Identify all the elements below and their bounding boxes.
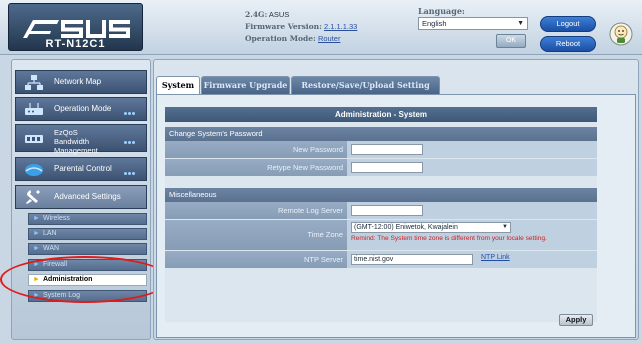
arrow-right-icon: ► bbox=[33, 230, 40, 237]
subitem-label: Wireless bbox=[43, 215, 70, 222]
tab-content: Administration - System Change System's … bbox=[156, 94, 636, 338]
firmware-version-link[interactable]: 2.1.1.1.33 bbox=[324, 22, 357, 31]
time-zone-remind: Remind: The System time zone is differen… bbox=[351, 235, 547, 242]
apply-button[interactable]: Apply bbox=[559, 314, 593, 326]
retype-password-label: Retype New Password bbox=[165, 159, 347, 176]
status-dots-icon bbox=[124, 108, 140, 115]
sidebar-item-ezqos[interactable]: EzQoS Bandwidth Management bbox=[15, 124, 147, 155]
subitem-label: WAN bbox=[43, 245, 60, 252]
arrow-right-icon: ► bbox=[33, 292, 40, 299]
language-selected-value: English bbox=[422, 19, 447, 28]
ezqos-label-line-2: Bandwidth bbox=[54, 137, 90, 146]
ntp-server-input[interactable]: time.nist.gov bbox=[351, 254, 473, 265]
advanced-settings-icon bbox=[26, 190, 40, 204]
reboot-button[interactable]: Reboot bbox=[540, 36, 596, 52]
new-password-label: New Password bbox=[165, 141, 347, 158]
retype-password-row: Retype New Password bbox=[165, 159, 597, 176]
panel-title: Administration - System bbox=[165, 107, 597, 122]
remote-log-row: Remote Log Server bbox=[165, 202, 597, 219]
sidebar-subitem-system-log[interactable]: ► System Log bbox=[28, 290, 147, 302]
subitem-label: Firewall bbox=[43, 261, 68, 268]
retype-password-input[interactable] bbox=[351, 162, 423, 173]
ntp-server-label: NTP Server bbox=[165, 251, 347, 268]
brand-logo-box: RT-N12C1 bbox=[8, 3, 143, 51]
subitem-label: System Log bbox=[43, 292, 80, 299]
firmware-line: Firmware Version: 2.1.1.1.33 bbox=[245, 21, 395, 33]
header: RT-N12C1 2.4G: ASUS Firmware Version: 2.… bbox=[0, 0, 642, 55]
sidebar-subitem-firewall[interactable]: ► Firewall bbox=[28, 259, 147, 271]
ntp-server-row: NTP Server time.nist.gov NTP Link bbox=[165, 251, 597, 268]
operation-mode-link[interactable]: Router bbox=[318, 34, 341, 43]
tab-system[interactable]: System bbox=[156, 76, 200, 94]
dropdown-caret-icon: ▼ bbox=[517, 20, 524, 27]
new-password-cell bbox=[347, 141, 597, 158]
language-label: Language: bbox=[418, 6, 465, 16]
ezqos-icon bbox=[25, 135, 43, 143]
status-dots-icon bbox=[124, 168, 140, 175]
arrow-right-icon: ► bbox=[33, 276, 40, 283]
operation-mode-label: Operation Mode: bbox=[245, 34, 316, 43]
ssid-line: 2.4G: ASUS bbox=[245, 9, 395, 21]
sidebar-item-label: Operation Mode bbox=[54, 104, 112, 113]
sidebar-item-label: Network Map bbox=[54, 77, 102, 86]
administration-panel: Administration - System Change System's … bbox=[165, 107, 597, 322]
new-password-row: New Password bbox=[165, 141, 597, 158]
arrow-right-icon: ► bbox=[33, 245, 40, 252]
tab-firmware-upgrade[interactable]: Firmware Upgrade bbox=[201, 76, 290, 94]
time-zone-value: (GMT-12:00) Eniwetok, Kwajalein bbox=[354, 224, 458, 231]
network-map-icon bbox=[25, 75, 43, 90]
remote-log-input[interactable] bbox=[351, 205, 423, 216]
language-ok-button[interactable]: OK bbox=[496, 34, 526, 48]
model-name: RT-N12C1 bbox=[45, 38, 106, 50]
ezqos-label-line-3: Management bbox=[54, 146, 98, 155]
remote-log-cell bbox=[347, 202, 597, 219]
time-zone-cell: (GMT-12:00) Eniwetok, Kwajalein ▼ Remind… bbox=[347, 220, 597, 250]
language-selector: Language: English ▼ OK bbox=[418, 6, 528, 48]
language-select[interactable]: English ▼ bbox=[418, 17, 528, 30]
router-info: 2.4G: ASUS Firmware Version: 2.1.1.1.33 … bbox=[245, 9, 395, 45]
time-zone-select[interactable]: (GMT-12:00) Eniwetok, Kwajalein ▼ bbox=[351, 222, 511, 233]
sidebar-item-label: Parental Control bbox=[54, 164, 112, 173]
sidebar: Network Map Operation Mode EzQoS Bandwid… bbox=[11, 59, 151, 340]
remote-log-label: Remote Log Server bbox=[165, 202, 347, 219]
subitem-label: Administration bbox=[43, 276, 93, 283]
sidebar-item-advanced-settings[interactable]: Advanced Settings bbox=[15, 185, 147, 209]
arrow-right-icon: ► bbox=[33, 215, 40, 222]
subitem-label: LAN bbox=[43, 230, 57, 237]
status-dots-icon bbox=[124, 137, 140, 144]
logout-button[interactable]: Logout bbox=[540, 16, 596, 32]
time-zone-row: Time Zone (GMT-12:00) Eniwetok, Kwajalei… bbox=[165, 220, 597, 250]
dropdown-caret-icon: ▼ bbox=[502, 224, 508, 230]
operation-mode-icon bbox=[25, 103, 43, 115]
ssid-value: ASUS bbox=[268, 10, 290, 19]
sidebar-item-network-map[interactable]: Network Map bbox=[15, 70, 147, 94]
arrow-right-icon: ► bbox=[33, 261, 40, 268]
new-password-input[interactable] bbox=[351, 144, 423, 155]
firmware-label: Firmware Version: bbox=[245, 22, 322, 31]
ntp-server-cell: time.nist.gov NTP Link bbox=[347, 251, 597, 268]
sidebar-item-label: Advanced Settings bbox=[54, 192, 121, 201]
sidebar-subitem-administration[interactable]: ► Administration bbox=[28, 274, 147, 286]
main-content: System Firmware Upgrade Restore/Save/Upl… bbox=[153, 59, 639, 340]
ssid-label: 2.4G: bbox=[245, 10, 268, 19]
tab-restore-save-upload[interactable]: Restore/Save/Upload Setting bbox=[291, 76, 440, 94]
sidebar-item-label: EzQoS Bandwidth Management bbox=[54, 128, 98, 155]
operation-mode-line: Operation Mode: Router bbox=[245, 33, 395, 45]
setting-mascot-icon[interactable] bbox=[609, 22, 633, 46]
password-section-heading: Change System's Password bbox=[165, 127, 597, 141]
retype-password-cell bbox=[347, 159, 597, 176]
sidebar-subitem-lan[interactable]: ► LAN bbox=[28, 228, 147, 240]
sidebar-item-parental-control[interactable]: Parental Control bbox=[15, 157, 147, 181]
ntp-link[interactable]: NTP Link bbox=[481, 254, 510, 261]
time-zone-label: Time Zone bbox=[165, 220, 347, 250]
misc-section-heading: Miscellaneous bbox=[165, 188, 597, 202]
ezqos-label-line-1: EzQoS bbox=[54, 128, 78, 137]
sidebar-subitem-wireless[interactable]: ► Wireless bbox=[28, 213, 147, 225]
sidebar-subitem-wan[interactable]: ► WAN bbox=[28, 243, 147, 255]
parental-control-icon bbox=[25, 164, 43, 176]
sidebar-item-operation-mode[interactable]: Operation Mode bbox=[15, 97, 147, 121]
tab-bar: System Firmware Upgrade Restore/Save/Upl… bbox=[156, 76, 636, 94]
